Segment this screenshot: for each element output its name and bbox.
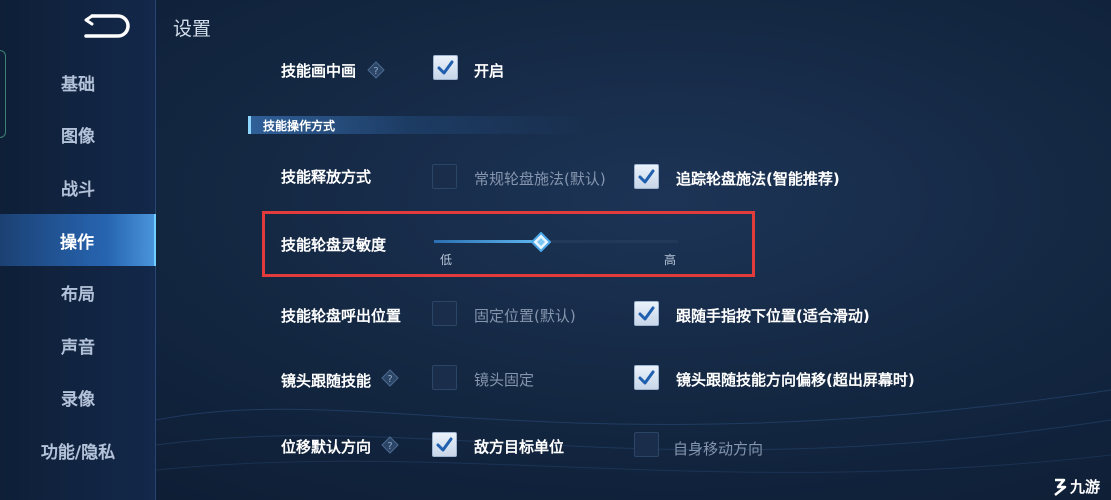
wheel-position-label: 技能轮盘呼出位置: [281, 307, 402, 325]
sidebar-item-graphics[interactable]: 图像: [0, 108, 156, 160]
check-icon: [638, 370, 655, 385]
sidebar-item-controls[interactable]: 操作: [0, 214, 156, 266]
camera-follow-label: 镜头跟随技能: [281, 372, 372, 390]
sidebar-item-label: 基础: [61, 74, 95, 95]
sidebar-item-combat[interactable]: 战斗: [0, 161, 156, 213]
wheel-position-follow-option: 跟随手指按下位置(适合滑动): [676, 307, 870, 325]
cast-mode-tracking-checkbox[interactable]: [634, 164, 659, 189]
sensitivity-high-label: 高: [664, 253, 677, 267]
sidebar: 基础 图像 战斗 操作 布局 声音 录像 功能/隐私: [0, 0, 156, 500]
help-icon[interactable]: ?: [381, 436, 399, 454]
sidebar-item-label: 录像: [61, 389, 95, 410]
sidebar-item-layout[interactable]: 布局: [0, 266, 156, 318]
check-icon: [436, 437, 453, 452]
svg-text:?: ?: [387, 441, 392, 452]
camera-fixed-option: 镜头固定: [474, 371, 535, 389]
watermark-logo-icon: [1054, 478, 1067, 496]
section-title: 技能操作方式: [263, 119, 336, 133]
page-title: 设置: [173, 18, 212, 40]
move-direction-label: 位移默认方向: [281, 438, 372, 456]
sidebar-item-label: 操作: [60, 232, 94, 253]
sidebar-item-label: 战斗: [61, 179, 95, 200]
wheel-position-fixed-checkbox[interactable]: [432, 301, 457, 326]
sensitivity-slider-thumb[interactable]: [531, 232, 552, 252]
sidebar-item-basic[interactable]: 基础: [0, 56, 156, 108]
sidebar-item-label: 图像: [61, 126, 95, 147]
sidebar-item-label: 声音: [61, 337, 95, 358]
check-icon: [638, 169, 655, 184]
move-self-direction-checkbox[interactable]: [634, 432, 659, 457]
sidebar-item-replay[interactable]: 录像: [0, 371, 156, 423]
wheel-position-follow-checkbox[interactable]: [634, 301, 659, 326]
move-enemy-target-option: 敌方目标单位: [474, 438, 565, 456]
sidebar-item-label: 功能/隐私: [40, 442, 116, 463]
cast-mode-regular-option: 常规轮盘施法(默认): [474, 170, 606, 188]
sidebar-item-label: 布局: [61, 284, 95, 305]
help-icon[interactable]: ?: [367, 61, 385, 79]
watermark: 九游: [1052, 476, 1100, 497]
skill-preview-option: 开启: [474, 62, 505, 80]
cast-mode-label: 技能释放方式: [281, 168, 372, 186]
camera-offset-option: 镜头跟随技能方向偏移(超出屏幕时): [676, 371, 915, 389]
sensitivity-low-label: 低: [440, 253, 453, 267]
cast-mode-tracking-option: 追踪轮盘施法(智能推荐): [676, 170, 840, 188]
svg-text:?: ?: [387, 374, 392, 385]
check-icon: [437, 60, 454, 75]
svg-text:?: ?: [373, 66, 378, 77]
watermark-text: 九游: [1070, 478, 1101, 496]
sidebar-item-sound[interactable]: 声音: [0, 319, 156, 371]
cast-mode-regular-checkbox[interactable]: [432, 164, 457, 189]
check-icon: [638, 306, 655, 321]
camera-offset-checkbox[interactable]: [634, 365, 659, 390]
move-self-direction-option: 自身移动方向: [673, 440, 764, 458]
camera-fixed-checkbox[interactable]: [432, 365, 457, 390]
move-enemy-target-checkbox[interactable]: [432, 432, 457, 457]
help-icon[interactable]: ?: [381, 369, 399, 387]
wheel-position-fixed-option: 固定位置(默认): [474, 307, 576, 325]
wheel-sensitivity-label: 技能轮盘灵敏度: [281, 236, 387, 254]
skill-preview-label: 技能画中画: [281, 62, 357, 80]
sensitivity-slider-fill: [434, 240, 542, 243]
back-arrow-icon[interactable]: [78, 10, 134, 42]
sidebar-item-privacy[interactable]: 功能/隐私: [0, 424, 156, 476]
skill-preview-checkbox[interactable]: [433, 55, 458, 80]
